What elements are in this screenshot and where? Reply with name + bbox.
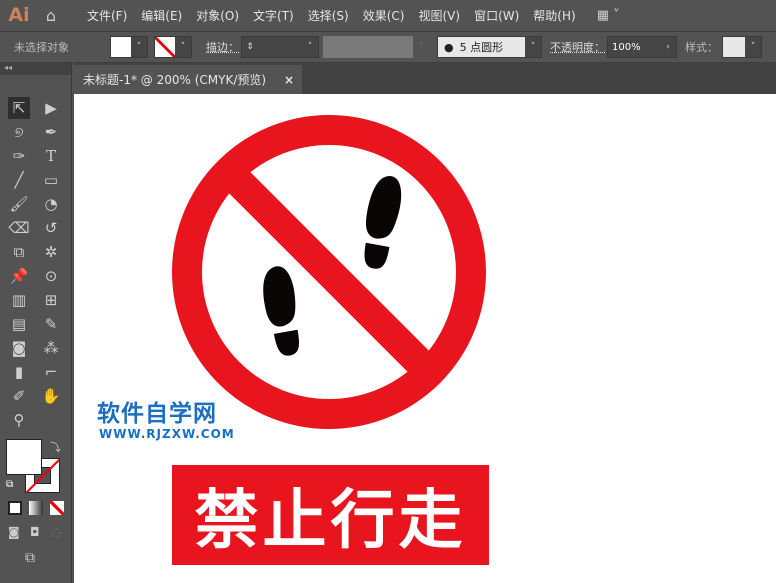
collapse-icon[interactable]: ◂◂ [0,63,71,75]
paintbrush-tool-icon[interactable]: 🖌 [8,193,30,215]
menu-help[interactable]: 帮助(H) [526,7,582,24]
draw-normal-icon[interactable]: ◙ [8,525,20,539]
eraser-tool-icon[interactable]: ⌫ [8,217,30,239]
sign-text: 禁止行走 [194,484,467,558]
puppet-warp-tool-icon[interactable]: ✲ [40,241,62,263]
default-colors-icon[interactable]: ⧉ [6,479,13,490]
watermark-url: WWW.RJZXW.COM [99,427,235,441]
control-bar: 未选择对象 ˅ ˅ 描边： ⇕ ˅ ˅ ● 5 点圆形 ˅ 不透明度： 100% › … [0,31,776,63]
selection-tool-icon[interactable]: ⇱ [8,97,30,119]
gradient-tool-icon[interactable]: ▤ [8,313,30,335]
menu-object[interactable]: 对象(O) [189,7,246,24]
tab-close-button[interactable]: × [284,73,294,87]
menu-file[interactable]: 文件(F) [80,7,134,24]
selection-status: 未选择对象 [14,41,69,54]
tab-title: 未标题-1* @ 200% (CMYK/预览) [83,73,267,87]
rotate-tool-icon[interactable]: ↺ [40,217,62,239]
color-mode-button[interactable] [8,501,22,515]
fill-color-box[interactable] [6,439,42,475]
variable-width-profile[interactable] [323,36,413,58]
opacity-field[interactable]: 100% › [607,36,677,58]
direct-selection-tool-icon[interactable]: ▶ [40,97,62,119]
scale-tool-icon[interactable]: ⧉ [8,241,30,263]
menu-view[interactable]: 视图(V) [411,7,467,24]
symbol-sprayer-tool-icon[interactable]: ⁂ [40,337,62,359]
hand-tool-icon[interactable]: ✋ [40,385,62,407]
shape-builder-tool-icon[interactable]: ⊙ [40,265,62,287]
fill-swatch[interactable]: ˅ [110,36,148,58]
app-logo: Ai [8,4,30,26]
artboard-canvas[interactable]: 软件自学网 WWW.RJZXW.COM 禁止行走 [74,94,776,583]
stroke-weight-field[interactable]: ⇕ ˅ [241,36,319,58]
type-tool-icon[interactable]: T [40,145,62,167]
graph-tool-icon[interactable]: ▮ [8,361,30,383]
pin-tool-icon[interactable]: 📌 [8,265,30,287]
blend-tool-icon[interactable]: ◙ [8,337,30,359]
stroke-swatch[interactable]: ˅ [154,36,192,58]
menu-bar: Ai ⌂ 文件(F) 编辑(E) 对象(O) 文字(T) 选择(S) 效果(C)… [0,0,776,30]
none-mode-button[interactable] [50,501,64,515]
prohibition-circle [172,115,486,429]
brush-dropdown[interactable]: ● 5 点圆形 ˅ [437,36,542,58]
menu-edit[interactable]: 编辑(E) [134,7,189,24]
workspace-switcher-icon[interactable]: ▦ ˅ [597,8,620,23]
artboard-tool-icon[interactable]: ⌐ [40,361,62,383]
menu-effect[interactable]: 效果(C) [356,7,412,24]
screen-mode-icon[interactable]: ⧉ [25,550,35,566]
style-swatch[interactable]: ˅ [722,36,762,58]
footprint-right [364,175,402,269]
stroke-label[interactable]: 描边： [206,39,239,55]
zoom-tool-icon[interactable]: ⚲ [8,409,30,431]
tools-panel: ◂◂ ⇱ ▶ ୭ ✒ ✑ T ╱ ▭ 🖌 ◔ ⌫ ↺ ⧉ ✲ 📌 ⊙ ▥ ⊞ ▤… [0,63,72,583]
gradient-mode-button[interactable] [29,501,43,515]
footprint-left [263,266,299,356]
document-tabs: 未标题-1* @ 200% (CMYK/预览) × [74,63,776,94]
swap-colors-icon[interactable]: ⤵ [50,439,61,455]
opacity-label[interactable]: 不透明度： [550,39,605,55]
line-tool-icon[interactable]: ╱ [8,169,30,191]
sign-text-panel: 禁止行走 [172,465,489,565]
perspective-grid-tool-icon[interactable]: ▥ [8,289,30,311]
document-tab[interactable]: 未标题-1* @ 200% (CMYK/预览) × [74,65,302,94]
draw-inside-icon[interactable]: ◌ [51,525,61,539]
menu-window[interactable]: 窗口(W) [467,7,526,24]
home-icon[interactable]: ⌂ [36,6,66,25]
menu-type[interactable]: 文字(T) [246,7,301,24]
style-label: 样式： [685,41,718,54]
watermark-cn: 软件自学网 [97,401,217,427]
mesh-tool-icon[interactable]: ⊞ [40,289,62,311]
profile-dropdown[interactable]: ˅ [413,42,429,52]
lasso-tool-icon[interactable]: ୭ [8,121,30,143]
rectangle-tool-icon[interactable]: ▭ [40,169,62,191]
blob-brush-tool-icon[interactable]: ◔ [40,193,62,215]
curvature-tool-icon[interactable]: ✑ [8,145,30,167]
menu-select[interactable]: 选择(S) [301,7,356,24]
draw-behind-icon[interactable]: ◘ [30,525,40,539]
slice-tool-icon[interactable]: ✐ [8,385,30,407]
pen-tool-icon[interactable]: ✒ [40,121,62,143]
eyedropper-tool-icon[interactable]: ✎ [40,313,62,335]
